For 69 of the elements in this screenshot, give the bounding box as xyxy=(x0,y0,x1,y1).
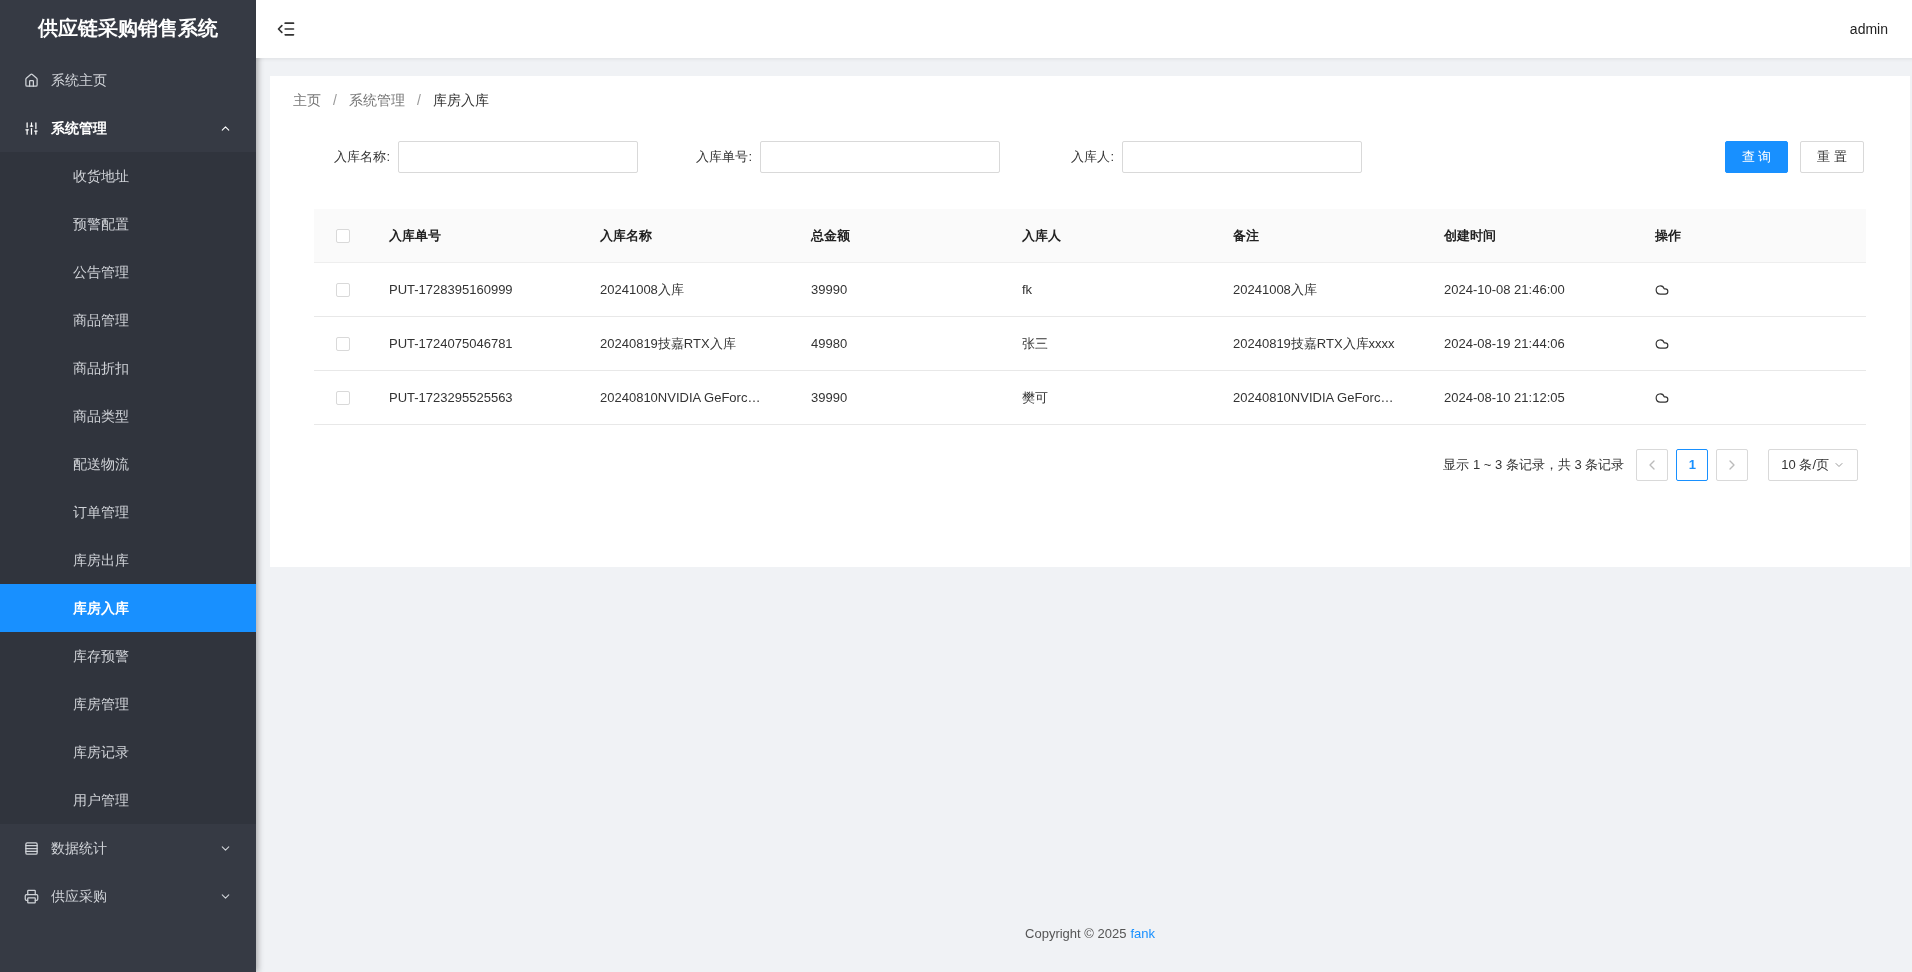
copyright-text: Copyright © 2025 xyxy=(1025,925,1127,944)
checkbox[interactable] xyxy=(336,282,350,297)
sidebar-submenu-item[interactable]: 订单管理 xyxy=(0,488,256,536)
previous-page-button[interactable] xyxy=(1636,449,1669,481)
table-cell: 39990 xyxy=(811,281,848,297)
column-header: 入库人 xyxy=(1022,227,1061,243)
menu-fold-icon[interactable] xyxy=(276,19,296,39)
sidebar-submenu-item[interactable]: 收货地址 xyxy=(0,152,256,200)
column-header: 入库单号 xyxy=(389,227,441,243)
table-cell: 39990 xyxy=(811,389,848,405)
table-cell: fk xyxy=(1022,281,1033,297)
table-cell: PUT-1724075046781 xyxy=(389,335,513,351)
table-cell: 2024-08-19 21:44:06 xyxy=(1444,335,1565,351)
cloud-icon[interactable] xyxy=(1655,336,1669,351)
table-cell: PUT-1723295525563 xyxy=(389,389,513,405)
sidebar-submenu-item[interactable]: 库存预警 xyxy=(0,632,256,680)
table-cell: 20240810NVIDIA GeForc… xyxy=(1233,389,1394,405)
user-name[interactable]: admin xyxy=(1849,18,1888,40)
field-label: 入库单号: xyxy=(695,148,753,167)
field-label: 入库名称: xyxy=(333,148,391,167)
table-cell: 2024-08-10 21:12:05 xyxy=(1444,389,1565,405)
table-cell: PUT-1728395160999 xyxy=(389,281,513,297)
column-header: 总金额 xyxy=(811,227,850,243)
breadcrumb-separator: / xyxy=(416,91,421,110)
table-cell: 20240819技嘉RTX入库xxxx xyxy=(1233,335,1395,351)
sidebar-menu-item[interactable]: 供应采购 xyxy=(0,872,256,920)
table-cell: 49980 xyxy=(811,335,848,351)
cloud-icon[interactable] xyxy=(1655,390,1669,405)
checkbox[interactable] xyxy=(336,336,350,351)
sidebar-submenu-item[interactable]: 配送物流 xyxy=(0,440,256,488)
sidebar-submenu-item[interactable]: 公告管理 xyxy=(0,248,256,296)
sidebar-submenu-item[interactable]: 商品管理 xyxy=(0,296,256,344)
table-cell: 20241008入库 xyxy=(1233,281,1317,297)
field-label: 入库人: xyxy=(1070,148,1115,167)
table-cell: 20240819技嘉RTX入库 xyxy=(600,335,736,351)
checkbox[interactable] xyxy=(336,390,350,405)
column-header: 备注 xyxy=(1233,227,1259,243)
page-size-select[interactable]: 10 条/页 xyxy=(1768,449,1858,481)
sidebar-menu-item[interactable]: 系统主页 xyxy=(0,56,256,104)
breadcrumb-item[interactable]: 系统管理 xyxy=(348,90,405,111)
column-header: 入库名称 xyxy=(600,227,652,243)
input-field[interactable] xyxy=(398,141,638,173)
input-field[interactable] xyxy=(1122,141,1362,173)
breadcrumb-separator: / xyxy=(333,91,337,110)
pagination-summary: 显示 1 ~ 3 条记录，共 3 条记录 xyxy=(1443,456,1625,475)
reset-button[interactable]: 重 置 xyxy=(1800,141,1864,173)
table-cell: 20240810NVIDIA GeForc… xyxy=(600,389,761,405)
input-field[interactable] xyxy=(760,141,1000,173)
sidebar-submenu-item[interactable]: 库房出库 xyxy=(0,536,256,584)
next-page-button[interactable] xyxy=(1716,449,1749,481)
sidebar-submenu-item[interactable]: 商品类型 xyxy=(0,392,256,440)
column-header: 创建时间 xyxy=(1444,227,1496,243)
breadcrumb-item: 库房入库 xyxy=(432,91,489,110)
sidebar-submenu-item[interactable]: 用户管理 xyxy=(0,776,256,824)
sidebar-menu-item[interactable]: 数据统计 xyxy=(0,824,256,872)
sidebar-submenu-item[interactable]: 库房管理 xyxy=(0,680,256,728)
table-cell: 樊可 xyxy=(1022,389,1048,405)
breadcrumb-item[interactable]: 主页 xyxy=(293,90,321,111)
sidebar-menu-item[interactable]: 系统管理 xyxy=(0,104,256,152)
sidebar-submenu-item[interactable]: 预警配置 xyxy=(0,200,256,248)
table-cell: 张三 xyxy=(1022,335,1048,351)
sidebar-submenu-item[interactable]: 库房记录 xyxy=(0,728,256,776)
checkbox[interactable] xyxy=(336,228,350,243)
table-cell: 20241008入库 xyxy=(600,281,684,297)
column-header: 操作 xyxy=(1655,227,1681,243)
table-cell: 2024-10-08 21:46:00 xyxy=(1444,281,1565,297)
cloud-icon[interactable] xyxy=(1655,282,1669,297)
sidebar-submenu-item[interactable]: 商品折扣 xyxy=(0,344,256,392)
app-title: 供应链采购销售系统 xyxy=(38,16,218,41)
